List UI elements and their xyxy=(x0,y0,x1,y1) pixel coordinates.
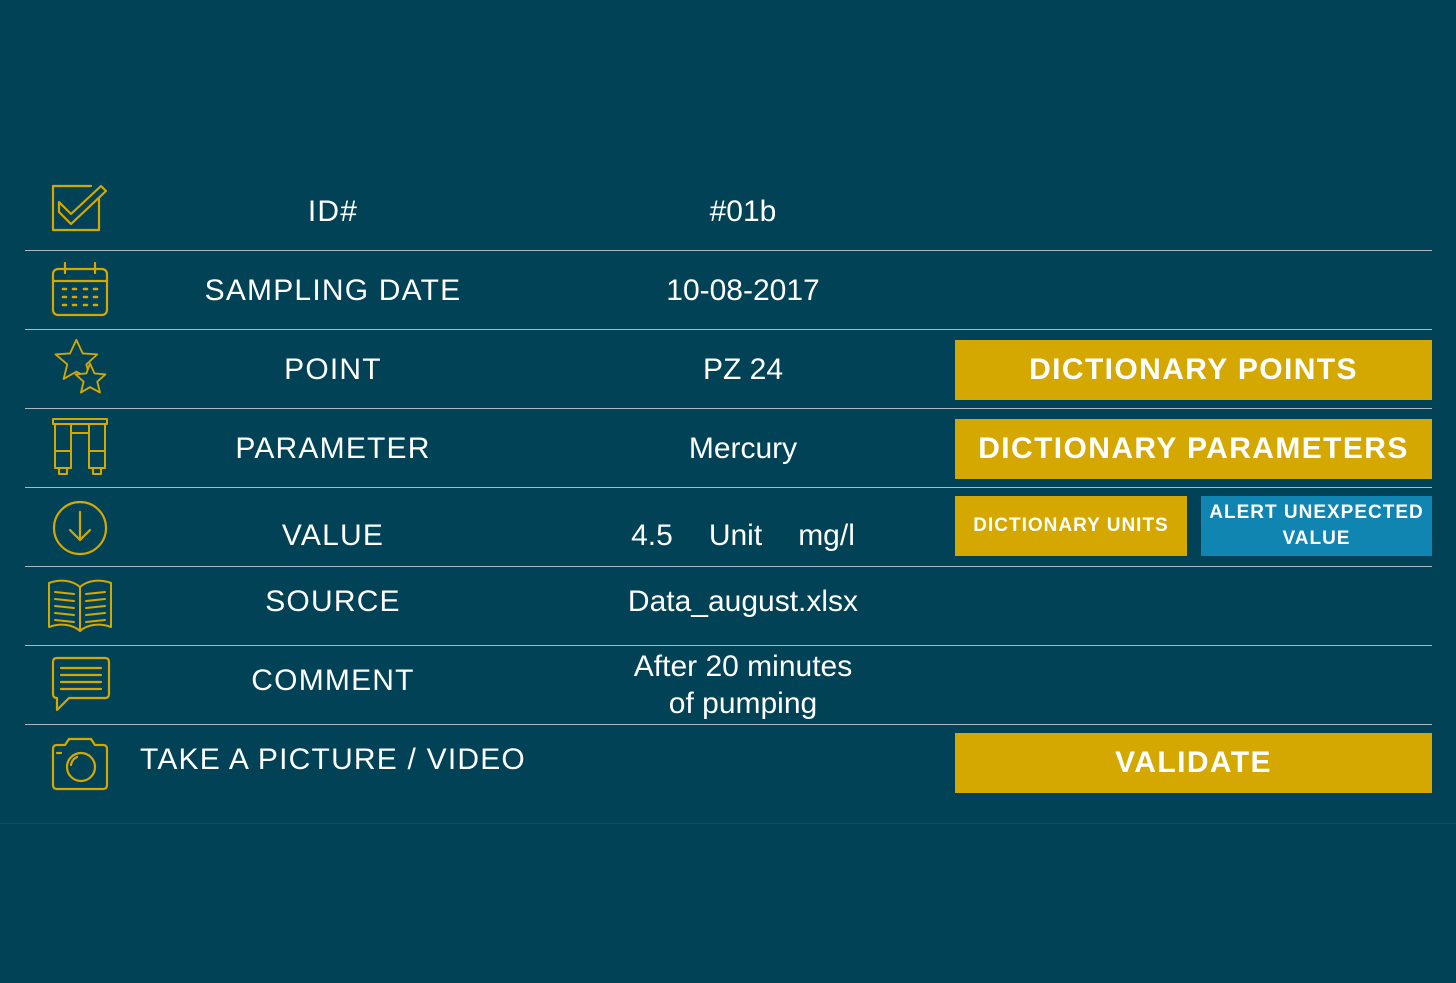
row-label: PARAMETER xyxy=(235,432,431,465)
calendar-icon xyxy=(45,259,115,319)
book-icon xyxy=(45,575,115,635)
camera-icon[interactable] xyxy=(45,733,115,793)
sampling-date-value[interactable]: 10-08-2017 xyxy=(543,251,943,330)
comment-value[interactable]: After 20 minutes of pumping xyxy=(543,648,943,727)
row-picture-video: TAKE A PICTURE / VIDEO VALIDATE xyxy=(25,725,1432,804)
row-label: COMMENT xyxy=(251,664,415,697)
parameter-value[interactable]: Mercury xyxy=(543,409,943,488)
dictionary-points-button[interactable]: DICTIONARY POINTS xyxy=(955,340,1432,400)
row-label: TAKE A PICTURE / VIDEO xyxy=(140,743,526,776)
point-value[interactable]: PZ 24 xyxy=(543,330,943,409)
checkbox-icon xyxy=(45,180,115,240)
dictionary-parameters-button[interactable]: DICTIONARY PARAMETERS xyxy=(955,419,1432,479)
row-label: SOURCE xyxy=(265,585,401,618)
row-id: ID# #01b xyxy=(25,172,1432,251)
row-point: POINT PZ 24 DICTIONARY POINTS xyxy=(25,330,1432,409)
bottom-divider xyxy=(0,823,1456,824)
row-parameter: PARAMETER Mercury DICTIONARY PARAMETERS xyxy=(25,409,1432,488)
dictionary-units-button[interactable]: DICTIONARY UNITS xyxy=(955,496,1187,556)
row-source: SOURCE Data_august.xlsx xyxy=(25,567,1432,646)
row-value: VALUE 4.5 Unit mg/l DICTIONARY UNITS ALERT… xyxy=(25,488,1432,567)
comment-line-2: of pumping xyxy=(668,687,818,720)
alert-unexpected-value-button[interactable]: ALERT UNEXPECTED VALUE xyxy=(1201,496,1432,556)
row-label: POINT xyxy=(284,353,382,386)
row-label: SAMPLING DATE xyxy=(204,274,462,307)
row-label: ID# xyxy=(307,195,359,228)
id-value[interactable]: #01b xyxy=(543,172,943,251)
row-comment: COMMENT After 20 minutes of pumping xyxy=(25,646,1432,725)
stars-icon xyxy=(45,338,115,398)
comment-line-1: After 20 minutes xyxy=(633,650,853,683)
row-sampling-date: SAMPLING DATE 10-08-2017 xyxy=(25,251,1432,330)
chat-bubble-icon xyxy=(45,654,115,714)
source-value[interactable]: Data_august.xlsx xyxy=(543,562,943,641)
download-circle-icon xyxy=(45,496,115,556)
validate-button[interactable]: VALIDATE xyxy=(955,733,1432,793)
sample-form: ID# #01b SAMPLING DATE 10-08-2017 POINT … xyxy=(25,172,1432,804)
test-tubes-icon xyxy=(45,417,115,477)
